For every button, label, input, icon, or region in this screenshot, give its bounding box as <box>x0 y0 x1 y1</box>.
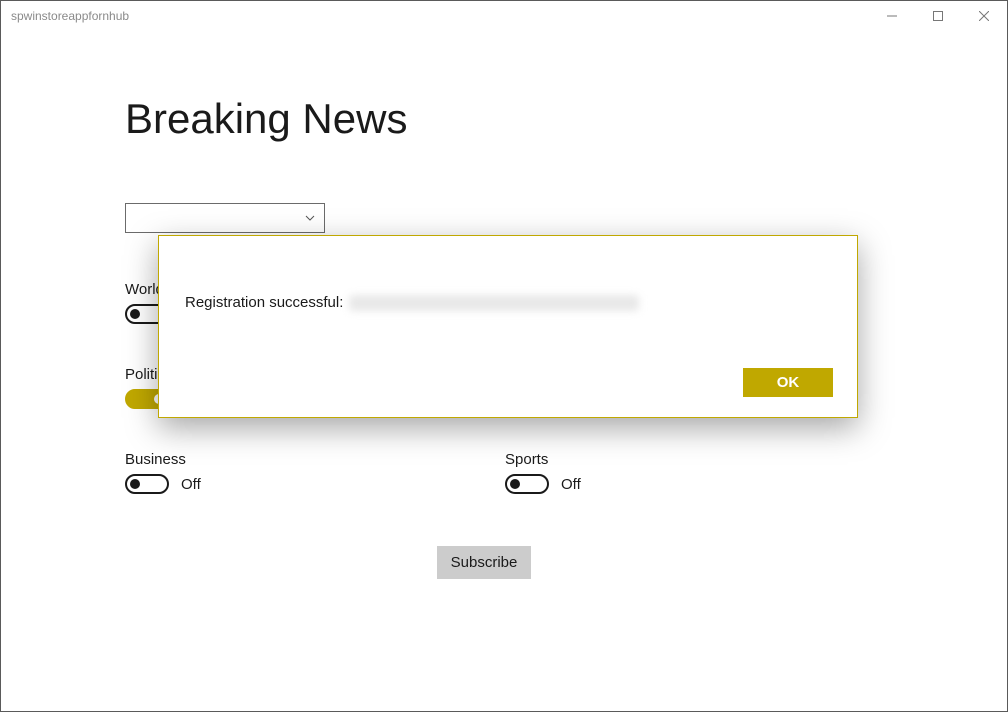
toggle-label: Sports <box>505 451 885 468</box>
subscribe-button[interactable]: Subscribe <box>437 546 532 579</box>
registration-dialog: Registration successful: OK <box>158 235 858 418</box>
close-icon <box>979 11 989 21</box>
toggle-knob <box>130 479 140 489</box>
toggle-label: Business <box>125 451 505 468</box>
minimize-button[interactable] <box>869 1 915 31</box>
window-title: spwinstoreappfornhub <box>11 9 869 23</box>
dialog-message-row: Registration successful: <box>185 294 833 311</box>
titlebar: spwinstoreappfornhub <box>1 1 1007 31</box>
toggle-state: Off <box>561 476 581 493</box>
subscribe-wrap: Subscribe <box>125 546 843 579</box>
ok-button[interactable]: OK <box>743 368 833 397</box>
app-window: spwinstoreappfornhub Breaking News World <box>0 0 1008 712</box>
toggle-row: Off <box>505 474 885 494</box>
maximize-button[interactable] <box>915 1 961 31</box>
toggle-business: Business Off <box>125 451 505 494</box>
page-title: Breaking News <box>125 95 887 143</box>
toggle-knob <box>130 309 140 319</box>
minimize-icon <box>887 11 897 21</box>
window-controls <box>869 1 1007 31</box>
toggle-switch-business[interactable] <box>125 474 169 494</box>
chevron-down-icon <box>304 212 316 224</box>
dialog-buttons: OK <box>185 368 833 397</box>
toggle-knob <box>510 479 520 489</box>
locale-dropdown[interactable] <box>125 203 325 233</box>
toggle-sports: Sports Off <box>505 451 885 494</box>
toggle-switch-sports[interactable] <box>505 474 549 494</box>
dialog-message: Registration successful: <box>185 294 343 311</box>
toggle-row: Off <box>125 474 505 494</box>
toggle-state: Off <box>181 476 201 493</box>
close-button[interactable] <box>961 1 1007 31</box>
maximize-icon <box>933 11 943 21</box>
dialog-redacted-value <box>349 295 639 311</box>
